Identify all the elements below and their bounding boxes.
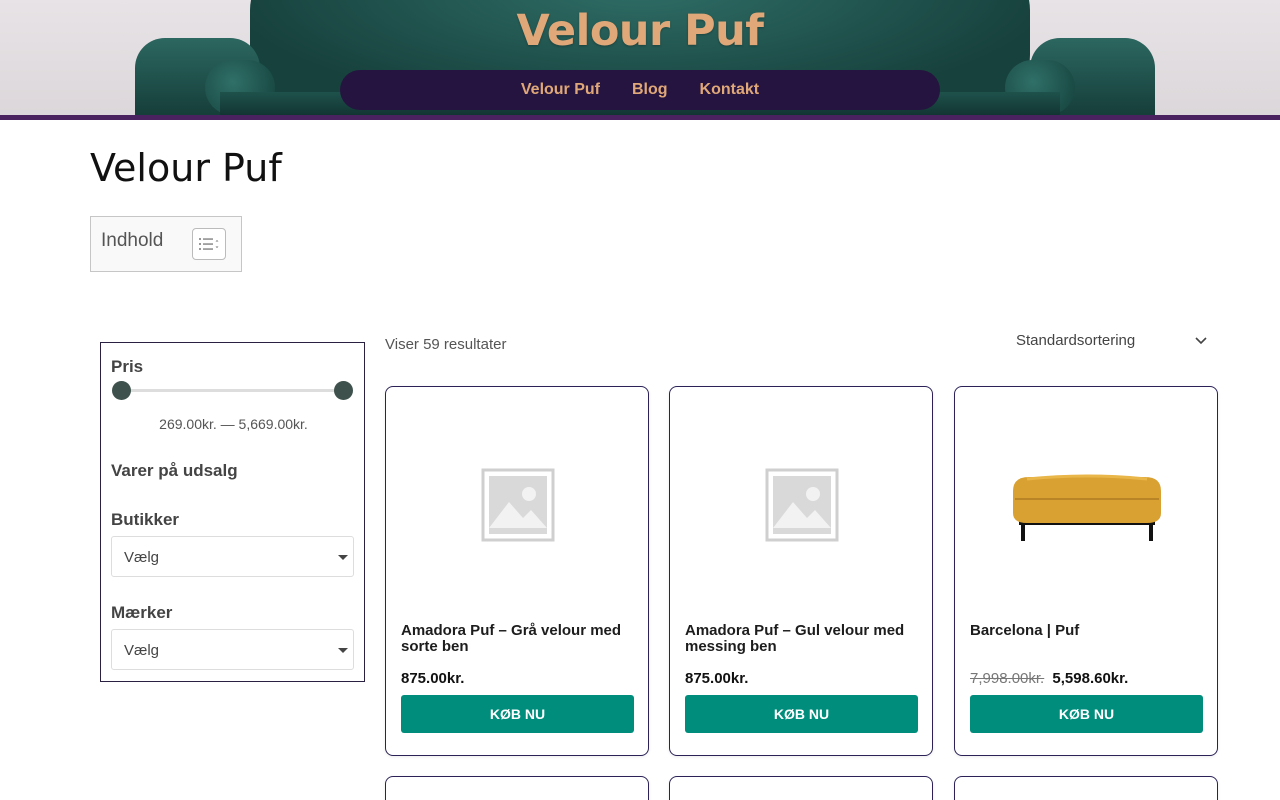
buy-now-button[interactable]: KØB NU — [970, 695, 1203, 733]
nav-item-blog[interactable]: Blog — [631, 81, 669, 99]
product-price: 875.00kr. — [401, 670, 464, 687]
yellow-pouf-photo — [1013, 474, 1161, 541]
page-title: Velour Puf — [90, 146, 282, 190]
caret-down-icon — [338, 648, 348, 653]
result-count: Viser 59 resultater — [385, 336, 507, 353]
site-header: Velour Puf Velour Puf Blog Kontakt — [0, 0, 1280, 115]
product-card[interactable] — [669, 776, 933, 800]
product-old-price: 7,998.00kr. — [970, 670, 1045, 687]
price-slider-min-handle[interactable] — [112, 381, 131, 400]
product-image[interactable] — [685, 402, 919, 607]
toc-label: Indhold — [101, 230, 164, 251]
product-card[interactable]: Amadora Puf – Gul velour med messing ben… — [669, 386, 933, 756]
header-divider — [0, 115, 1280, 120]
caret-down-icon — [338, 555, 348, 560]
product-current-price: 875.00kr. — [685, 670, 749, 687]
product-price: 875.00kr. — [685, 670, 748, 687]
stores-select[interactable]: Vælg — [111, 536, 354, 577]
nav-item-kontakt[interactable]: Kontakt — [699, 81, 761, 99]
product-card[interactable] — [954, 776, 1218, 800]
sort-select-value: Standardsortering — [1016, 332, 1136, 349]
chevron-down-icon — [1195, 337, 1207, 345]
price-slider-track[interactable] — [121, 389, 344, 392]
product-card[interactable] — [385, 776, 649, 800]
list-icon — [199, 238, 219, 250]
price-range-text: 269.00kr. — 5,669.00kr. — [159, 416, 308, 432]
product-image[interactable] — [970, 402, 1204, 607]
price-slider-max-handle[interactable] — [334, 381, 353, 400]
product-card[interactable]: Barcelona | Puf 7,998.00kr. 5,598.60kr. … — [954, 386, 1218, 756]
sort-select[interactable]: Standardsortering — [1004, 324, 1218, 356]
brands-select[interactable]: Vælg — [111, 629, 354, 670]
product-current-price: 5,598.60kr. — [1052, 670, 1129, 687]
product-current-price: 875.00kr. — [401, 670, 465, 687]
product-card[interactable]: Amadora Puf – Grå velour med sorte ben 8… — [385, 386, 649, 756]
brands-filter-title: Mærker — [111, 603, 173, 622]
stores-filter-title: Butikker — [111, 510, 180, 529]
table-of-contents: Indhold — [90, 216, 242, 272]
product-name[interactable]: Barcelona | Puf — [970, 623, 1204, 639]
price-filter-title: Pris — [111, 357, 144, 376]
toc-toggle-button[interactable] — [192, 228, 226, 260]
product-image[interactable] — [401, 402, 635, 607]
nav-item-velour-puf[interactable]: Velour Puf — [520, 81, 601, 99]
placeholder-image-icon — [765, 468, 839, 541]
sale-filter-link[interactable]: Varer på udsalg — [111, 461, 238, 481]
stores-select-value: Vælg — [124, 549, 160, 566]
buy-now-button[interactable]: KØB NU — [685, 695, 918, 733]
filter-sidebar: Pris 269.00kr. — 5,669.00kr. Varer på ud… — [100, 342, 365, 682]
site-title[interactable]: Velour Puf — [0, 6, 1280, 56]
main-nav: Velour Puf Blog Kontakt — [340, 70, 940, 110]
brands-select-value: Vælg — [124, 642, 160, 659]
product-price: 7,998.00kr. 5,598.60kr. — [970, 670, 1128, 687]
placeholder-image-icon — [481, 468, 555, 541]
buy-now-button[interactable]: KØB NU — [401, 695, 634, 733]
product-name[interactable]: Amadora Puf – Grå velour med sorte ben — [401, 623, 635, 655]
product-name[interactable]: Amadora Puf – Gul velour med messing ben — [685, 623, 919, 655]
